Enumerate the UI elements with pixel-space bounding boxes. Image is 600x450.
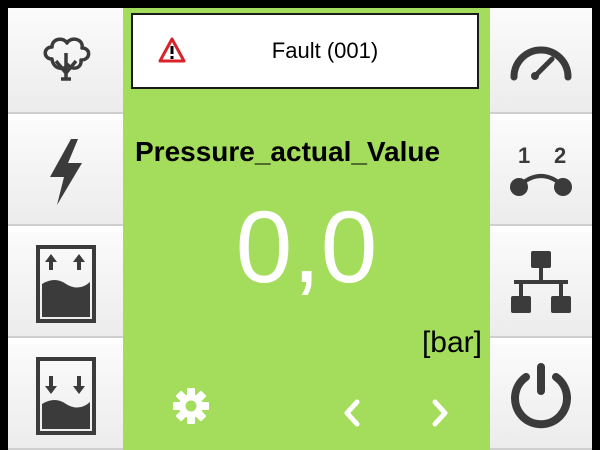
power-supply-menu-button[interactable] — [8, 120, 123, 226]
left-menu — [8, 8, 123, 450]
gear-icon[interactable] — [171, 386, 211, 426]
fault-label: Fault (001) — [271, 38, 379, 63]
parameter-unit: [bar] — [421, 326, 482, 359]
tank-fill-icon — [35, 245, 96, 323]
hmi-screen: Fault (001) Pressure_actual_Value 0,0 [b… — [8, 8, 592, 450]
lightning-bolt-icon — [49, 139, 82, 205]
gauge-icon — [510, 46, 572, 81]
network-icon — [511, 251, 571, 313]
power-icon — [511, 363, 571, 429]
right-menu: 1 2 — [490, 8, 592, 450]
pump-sequence-icon: 1 2 — [510, 143, 572, 196]
parameter-value: 0,0 — [235, 190, 378, 304]
drain-menu-button[interactable] — [8, 344, 123, 450]
chevron-left-icon[interactable] — [341, 398, 363, 428]
network-menu-button[interactable] — [490, 232, 592, 338]
pump-sequence-menu-button[interactable]: 1 2 — [490, 120, 592, 226]
main-panel: Fault (001) Pressure_actual_Value 0,0 [b… — [123, 8, 490, 450]
chevron-right-icon[interactable] — [429, 398, 451, 428]
fill-menu-button[interactable] — [8, 232, 123, 338]
svg-text:1: 1 — [518, 143, 530, 168]
filter-menu-button[interactable] — [8, 8, 123, 114]
parameter-name: Pressure_actual_Value — [135, 136, 441, 167]
tank-drain-icon — [35, 357, 96, 435]
svg-text:2: 2 — [554, 143, 566, 168]
fault-banner[interactable]: Fault (001) — [131, 13, 479, 89]
cloud-filter-icon — [43, 37, 90, 81]
power-menu-button[interactable] — [490, 344, 592, 450]
gauge-menu-button[interactable] — [490, 8, 592, 114]
